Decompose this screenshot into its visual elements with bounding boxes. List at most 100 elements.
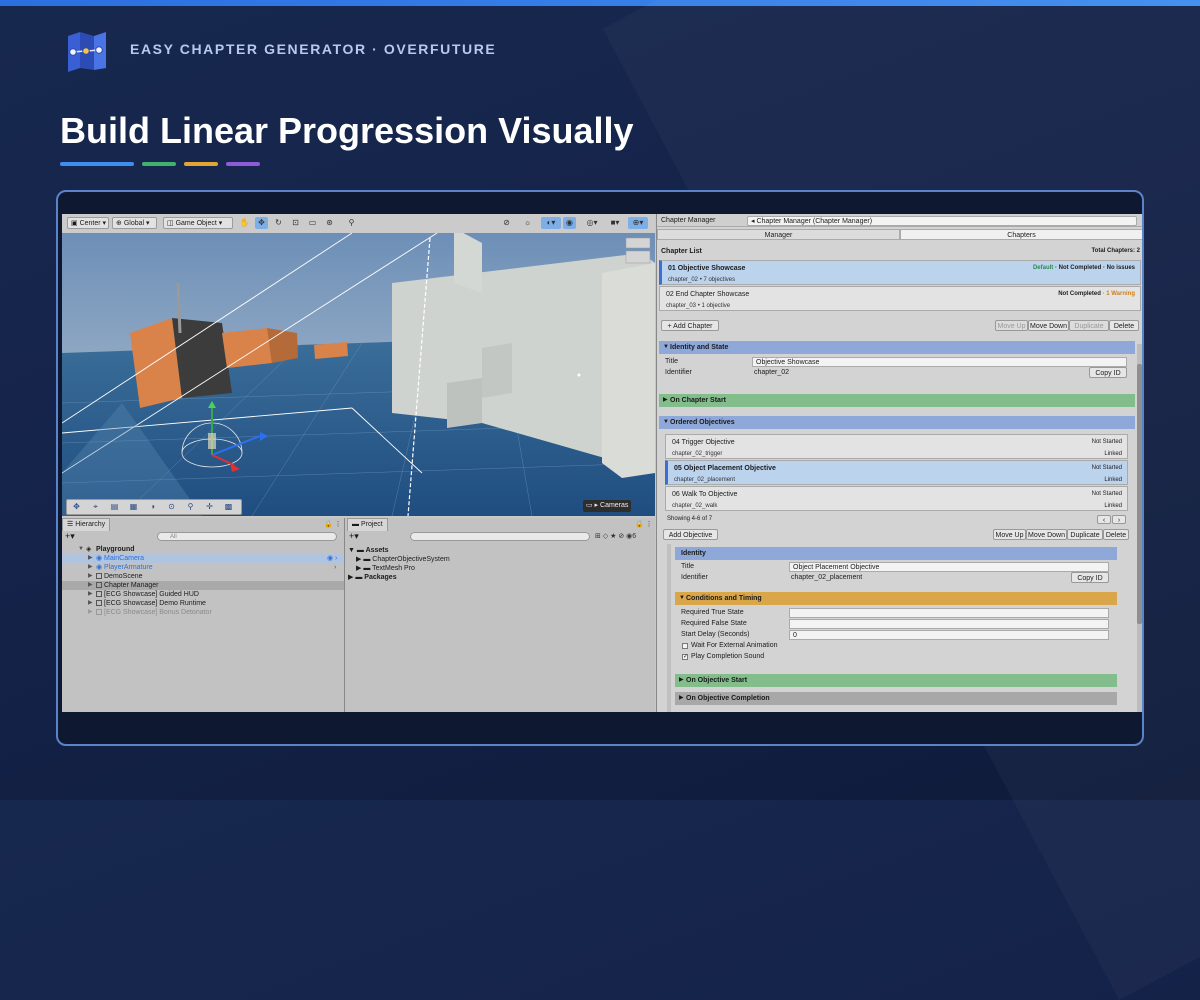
hierarchy-title: Hierarchy (75, 521, 106, 528)
hierarchy-add-icon[interactable]: +▾ (65, 531, 75, 542)
hand-tool-icon[interactable]: ✋ (238, 217, 251, 229)
cameras-overlay-button[interactable]: ▭ ▸ Cameras (583, 500, 632, 512)
overlay-camera-icon[interactable]: ▩ (219, 500, 238, 514)
project-tab[interactable]: ▬ Project (347, 518, 388, 531)
project-item-assets[interactable]: ▼ ▬ Assets (348, 546, 389, 555)
project-item-packages[interactable]: ▶ ▬ Packages (348, 573, 397, 582)
play-sound-checkbox[interactable]: ✓ (682, 654, 688, 660)
space-dropdown[interactable]: ⊕ Global ▾ (112, 217, 157, 229)
tab-chapters[interactable]: Chapters (900, 229, 1142, 240)
expand-icon: ▶ (88, 564, 93, 570)
hierarchy-row-demo-runtime[interactable]: ▶ [ECG Showcase] Demo Runtime (62, 599, 344, 608)
pivot-dropdown[interactable]: ▣ Center ▾ (67, 217, 109, 229)
overlay-tool-icon[interactable]: ⌖ (86, 500, 105, 514)
audio-toggle-icon[interactable]: ◐▾ (541, 217, 561, 229)
on-chapter-start-header[interactable]: ▶ On Chapter Start (659, 394, 1135, 407)
custom-tool-icon[interactable]: ⚲ (345, 217, 358, 229)
chapter-card-1[interactable]: 01 Objective Showcase chapter_02 • 7 obj… (659, 260, 1141, 285)
project-add-icon[interactable]: +▾ (349, 531, 359, 542)
lighting-toggle-icon[interactable]: ☼ (521, 217, 534, 229)
row-arrow-icon[interactable]: › (334, 563, 336, 572)
project-menu-icon[interactable]: 🔒 ⋮ (635, 520, 653, 528)
overlay-grid-icon[interactable]: ▤ (105, 500, 124, 514)
on-objective-completion-header[interactable]: ▶ On Objective Completion (675, 692, 1117, 705)
total-chapters: Total Chapters: 2 (1091, 248, 1140, 254)
project-search-input[interactable] (410, 532, 590, 541)
project-item-chapterobjectivesystem[interactable]: ▶ ▬ ChapterObjectiveSystem (356, 555, 450, 564)
objective-card-06[interactable]: 06 Walk To Objective chapter_02_walk Not… (665, 486, 1128, 511)
copy-id-button[interactable]: Copy ID (1089, 367, 1127, 378)
objective-delete-button[interactable]: Delete (1103, 529, 1129, 540)
page-prev-button[interactable]: ‹ (1097, 515, 1111, 524)
add-objective-button[interactable]: Add Objective (663, 529, 718, 540)
chapter-duplicate-button[interactable]: Duplicate (1069, 320, 1109, 331)
expand-icon: ▶ (88, 582, 93, 588)
overlay-search-icon[interactable]: ⚲ (181, 500, 200, 514)
objective-identity-header[interactable]: Identity (675, 547, 1117, 560)
project-filter-icons[interactable]: ⊞ ◇ ★ ⊘ ◉6 (595, 532, 636, 540)
chapter-move-up-button[interactable]: Move Up (995, 320, 1028, 331)
required-false-field[interactable] (789, 619, 1109, 629)
visibility-eye-icon[interactable]: ◉ › (327, 554, 337, 563)
move-tool-icon[interactable]: ✥ (255, 217, 268, 229)
camera-settings-icon[interactable]: ■▾ (605, 217, 625, 229)
overlay-shading-icon[interactable]: ◑ (143, 500, 162, 514)
scene-view-icon[interactable]: ◎▾ (582, 217, 602, 229)
page-next-button[interactable]: › (1112, 515, 1126, 524)
hierarchy-row-playerarmature[interactable]: ▶ ◉ PlayerArmature › (62, 563, 344, 572)
objective-card-05[interactable]: 05 Object Placement Objective chapter_02… (665, 460, 1128, 485)
overlay-stats-icon[interactable]: ▦ (124, 500, 143, 514)
pivot-label: Center (79, 220, 101, 227)
wait-external-checkbox[interactable] (682, 643, 688, 649)
hierarchy-search-input[interactable]: All (157, 532, 337, 541)
hierarchy-menu-icon[interactable]: 🔒 ⋮ (324, 520, 342, 528)
objective-card-04[interactable]: 04 Trigger Objective chapter_02_trigger … (665, 434, 1128, 459)
objective-title-field[interactable]: Object Placement Objective (789, 562, 1109, 572)
2d-toggle-icon[interactable]: ⊘ (500, 217, 513, 229)
scene-viewport[interactable] (62, 233, 655, 516)
required-true-label: Required True State (681, 609, 744, 616)
inspector-scroll-thumb[interactable] (1137, 364, 1142, 624)
objective-move-up-button[interactable]: Move Up (993, 529, 1026, 540)
objective-copy-id-button[interactable]: Copy ID (1071, 572, 1109, 583)
tab-manager[interactable]: Manager (657, 229, 900, 240)
overlay-move-icon[interactable]: ✥ (67, 500, 86, 514)
rect-tool-icon[interactable]: ▭ (306, 217, 319, 229)
transform-tool-icon[interactable]: ⊛ (323, 217, 336, 229)
hierarchy-tab[interactable]: ☰ Hierarchy (62, 518, 111, 531)
project-item-textmesh-pro[interactable]: ▶ ▬ TextMesh Pro (356, 564, 415, 573)
orientation-gizmo-icon[interactable] (625, 250, 651, 264)
add-chapter-button[interactable]: + Add Chapter (661, 320, 719, 331)
hierarchy-row-maincamera[interactable]: ▶ ◉ MainCamera ◉ › (62, 554, 344, 563)
object-mode-dropdown[interactable]: ◫ Game Object ▾ (163, 217, 233, 229)
objective-duplicate-button[interactable]: Duplicate (1067, 529, 1103, 540)
view-options-icon[interactable] (625, 237, 651, 249)
chapter-move-down-button[interactable]: Move Down (1028, 320, 1069, 331)
overlay-transform-icon[interactable]: ✛ (200, 500, 219, 514)
rotate-tool-icon[interactable]: ↻ (272, 217, 285, 229)
scale-tool-icon[interactable]: ⊡ (289, 217, 302, 229)
hierarchy-row-bonus-detonator[interactable]: ▶ [ECG Showcase] Bonus Detonator (62, 608, 344, 617)
objective-move-down-button[interactable]: Move Down (1026, 529, 1067, 540)
title-field[interactable]: Objective Showcase (752, 357, 1127, 367)
identity-state-header[interactable]: ▼ Identity and State (659, 341, 1135, 354)
hierarchy-row-guided-hud[interactable]: ▶ [ECG Showcase] Guided HUD (62, 590, 344, 599)
gizmos-toggle-icon[interactable]: ⊕▾ (628, 217, 648, 229)
expand-icon: ▶ (88, 573, 93, 579)
chapter-delete-button[interactable]: Delete (1109, 320, 1139, 331)
objectives-showing-label: Showing 4-6 of 7 (667, 516, 713, 522)
object-field[interactable]: ◂ Chapter Manager (Chapter Manager) (747, 216, 1137, 226)
chapter-card-2[interactable]: 02 End Chapter Showcase chapter_03 • 1 o… (659, 286, 1141, 311)
on-objective-start-header[interactable]: ▶ On Objective Start (675, 674, 1117, 687)
hierarchy-row-playground[interactable]: ▼ ◈ Playground (62, 545, 344, 554)
hierarchy-row-demoscene[interactable]: ▶ DemoScene (62, 572, 344, 581)
ordered-objectives-header[interactable]: ▼ Ordered Objectives (659, 416, 1135, 429)
start-delay-field[interactable]: 0 (789, 630, 1109, 640)
expand-icon: ▶ (88, 609, 93, 615)
hierarchy-row-chapter-manager[interactable]: ▶ Chapter Manager (62, 581, 344, 590)
orange-box-mid (222, 328, 272, 368)
required-true-field[interactable] (789, 608, 1109, 618)
conditions-timing-header[interactable]: ▼ Conditions and Timing (675, 592, 1117, 605)
visibility-toggle-icon[interactable]: ◉ (563, 217, 576, 229)
overlay-probe-icon[interactable]: ⊙ (162, 500, 181, 514)
